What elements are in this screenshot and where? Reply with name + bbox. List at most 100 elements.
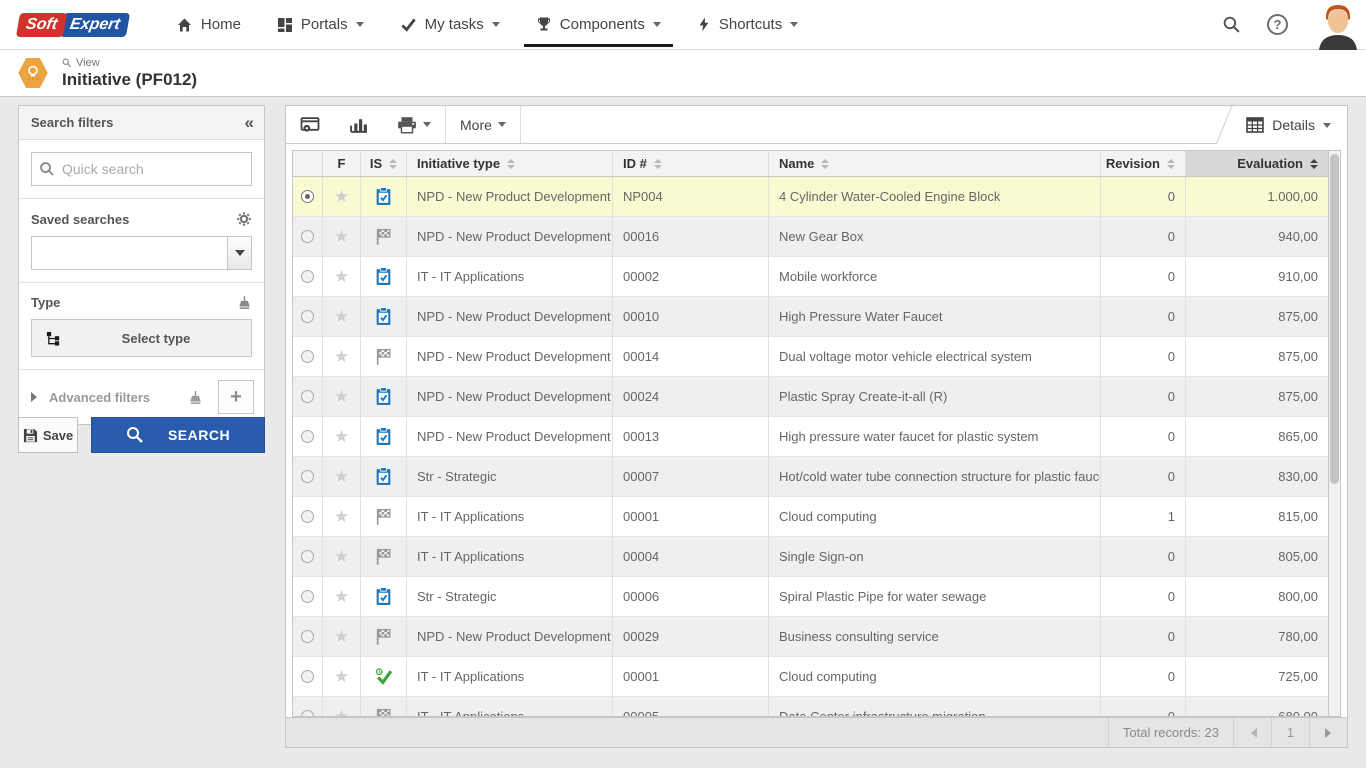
logo-expert: Expert xyxy=(60,13,130,37)
cell-evaluation: 1.000,00 xyxy=(1186,177,1328,217)
nav-portals[interactable]: Portals xyxy=(259,0,382,50)
table-row[interactable]: ★ NPD - New Product Development 00010 Hi… xyxy=(293,297,1328,337)
table-row[interactable]: ★ IT - IT Applications 00005 Data Center… xyxy=(293,697,1328,716)
type-label: Type xyxy=(31,295,60,310)
advanced-filters-label[interactable]: Advanced filters xyxy=(49,390,181,405)
floppy-save-icon xyxy=(23,428,38,443)
table-row[interactable]: ★ NPD - New Product Development NP004 4 … xyxy=(293,177,1328,217)
row-favorite-star[interactable]: ★ xyxy=(323,377,361,417)
initiative-module-icon xyxy=(18,57,48,89)
saved-searches-select[interactable] xyxy=(31,236,252,270)
table-row[interactable]: ★ NPD - New Product Development 00024 Pl… xyxy=(293,377,1328,417)
next-page-button[interactable] xyxy=(1309,718,1347,747)
clipboard-check-icon xyxy=(375,587,392,606)
row-status-cell xyxy=(361,377,407,417)
row-favorite-star[interactable]: ★ xyxy=(323,617,361,657)
table-row[interactable]: ★ NPD - New Product Development 00013 Hi… xyxy=(293,417,1328,457)
row-select-radio[interactable] xyxy=(293,257,323,297)
row-select-radio[interactable] xyxy=(293,497,323,537)
header-status[interactable]: IS xyxy=(361,151,407,176)
more-button[interactable]: More xyxy=(446,106,521,143)
table-row[interactable]: ★ IT - IT Applications 00002 Mobile work… xyxy=(293,257,1328,297)
table-row[interactable]: ★ NPD - New Product Development 00014 Du… xyxy=(293,337,1328,377)
row-select-radio[interactable] xyxy=(293,657,323,697)
row-favorite-star[interactable]: ★ xyxy=(323,697,361,716)
row-select-radio[interactable] xyxy=(293,697,323,716)
clear-filter-broom-icon[interactable] xyxy=(237,295,252,310)
quick-search-input[interactable] xyxy=(31,152,252,186)
clear-filter-broom-icon[interactable] xyxy=(188,390,203,405)
row-favorite-star[interactable]: ★ xyxy=(323,537,361,577)
row-favorite-star[interactable]: ★ xyxy=(323,657,361,697)
current-page-number[interactable]: 1 xyxy=(1271,718,1309,747)
nav-my-tasks[interactable]: My tasks xyxy=(382,0,518,50)
header-favorite[interactable]: F xyxy=(323,151,361,176)
row-select-radio[interactable] xyxy=(293,417,323,457)
clipboard-check-icon xyxy=(375,467,392,486)
row-favorite-star[interactable]: ★ xyxy=(323,457,361,497)
expand-advanced-filters-icon[interactable] xyxy=(31,392,42,402)
print-button[interactable] xyxy=(383,106,446,143)
table-row[interactable]: ★ Str - Strategic 00006 Spiral Plastic P… xyxy=(293,577,1328,617)
star-icon: ★ xyxy=(334,668,349,685)
table-row[interactable]: ★ IT - IT Applications 00001 Cloud compu… xyxy=(293,657,1328,697)
details-view-button[interactable]: Details xyxy=(1216,106,1347,144)
previous-page-button[interactable] xyxy=(1233,718,1271,747)
row-favorite-star[interactable]: ★ xyxy=(323,577,361,617)
row-favorite-star[interactable]: ★ xyxy=(323,497,361,537)
header-id[interactable]: ID # xyxy=(613,151,769,176)
scrollbar-thumb[interactable] xyxy=(1330,154,1339,484)
row-favorite-star[interactable]: ★ xyxy=(323,337,361,377)
header-evaluation[interactable]: Evaluation xyxy=(1186,151,1328,176)
global-search-button[interactable] xyxy=(1222,15,1241,34)
preview-record-button[interactable] xyxy=(286,106,335,143)
row-select-radio[interactable] xyxy=(293,457,323,497)
star-icon: ★ xyxy=(334,388,349,405)
checkered-flag-icon xyxy=(375,348,392,366)
help-button[interactable]: ? xyxy=(1267,14,1288,35)
save-label: Save xyxy=(43,428,73,443)
row-favorite-star[interactable]: ★ xyxy=(323,257,361,297)
collapse-sidebar-icon[interactable]: « xyxy=(245,114,254,131)
cell-revision: 0 xyxy=(1101,377,1186,417)
row-select-radio[interactable] xyxy=(293,577,323,617)
nav-shortcuts[interactable]: Shortcuts xyxy=(679,0,816,50)
add-filter-button[interactable]: + xyxy=(218,380,254,414)
table-row[interactable]: ★ NPD - New Product Development 00029 Bu… xyxy=(293,617,1328,657)
chart-view-button[interactable] xyxy=(335,106,383,143)
user-avatar[interactable] xyxy=(1314,2,1362,50)
row-favorite-star[interactable]: ★ xyxy=(323,217,361,257)
cell-id: 00029 xyxy=(613,617,769,657)
row-select-radio[interactable] xyxy=(293,177,323,217)
row-select-radio[interactable] xyxy=(293,617,323,657)
table-row[interactable]: ★ Str - Strategic 00007 Hot/cold water t… xyxy=(293,457,1328,497)
row-select-radio[interactable] xyxy=(293,297,323,337)
header-revision[interactable]: Revision xyxy=(1101,151,1186,176)
row-favorite-star[interactable]: ★ xyxy=(323,417,361,457)
select-type-button[interactable]: Select type xyxy=(31,319,252,357)
row-favorite-star[interactable]: ★ xyxy=(323,177,361,217)
main-menu: Home Portals My tasks Components Shortcu… xyxy=(158,0,816,50)
row-favorite-star[interactable]: ★ xyxy=(323,297,361,337)
page-title: Initiative (PF012) xyxy=(62,70,197,90)
row-select-radio[interactable] xyxy=(293,337,323,377)
header-name[interactable]: Name xyxy=(769,151,1101,176)
row-select-radio[interactable] xyxy=(293,537,323,577)
header-initiative-type[interactable]: Initiative type xyxy=(407,151,613,176)
table-row[interactable]: ★ NPD - New Product Development 00016 Ne… xyxy=(293,217,1328,257)
previous-page-icon xyxy=(1246,728,1257,738)
search-button[interactable]: SEARCH xyxy=(91,417,265,453)
table-row[interactable]: ★ IT - IT Applications 00001 Cloud compu… xyxy=(293,497,1328,537)
save-search-button[interactable]: Save xyxy=(18,417,78,453)
gear-icon[interactable] xyxy=(236,211,252,227)
softexpert-logo[interactable]: Soft Expert xyxy=(18,13,128,37)
nav-home[interactable]: Home xyxy=(158,0,259,50)
top-right-actions: ? xyxy=(1222,0,1366,50)
select-dropdown-button[interactable] xyxy=(227,237,251,269)
table-row[interactable]: ★ IT - IT Applications 00004 Single Sign… xyxy=(293,537,1328,577)
table-scrollbar[interactable] xyxy=(1328,150,1341,717)
row-select-radio[interactable] xyxy=(293,217,323,257)
search-icon xyxy=(1222,15,1241,34)
row-select-radio[interactable] xyxy=(293,377,323,417)
nav-components[interactable]: Components xyxy=(518,0,679,50)
